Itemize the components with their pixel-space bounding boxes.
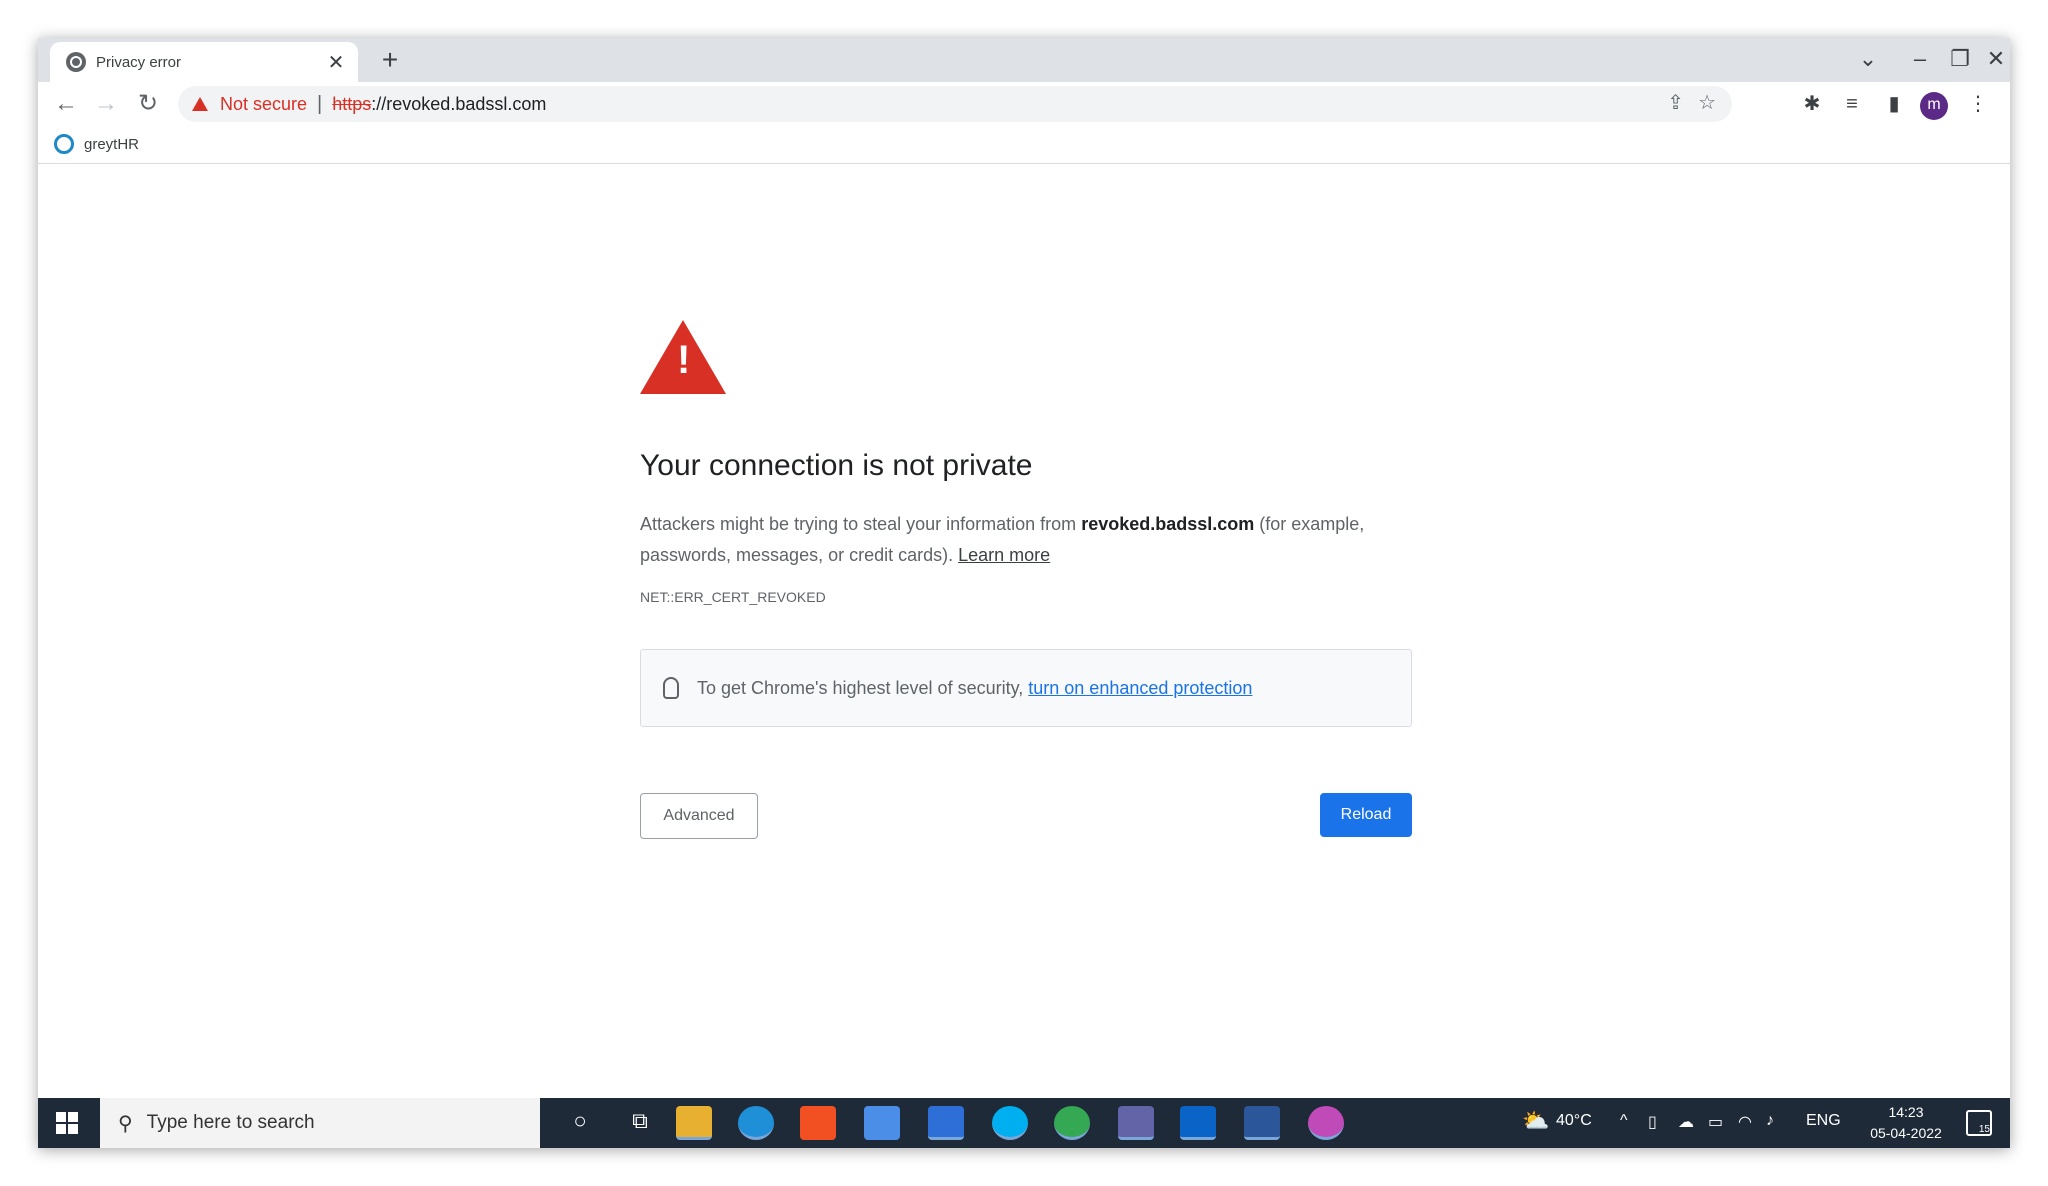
taskbar: ⚲ Type here to search ○ ⧉ ⛅ 40°C ^ ▯ ☁ ▭…	[38, 1098, 2010, 1148]
tray-chevron-icon[interactable]: ^	[1620, 1112, 1628, 1130]
task-view-icon[interactable]: ⧉	[624, 1108, 656, 1134]
bookmark-label: greytHR	[84, 135, 140, 153]
clock-time: 14:23	[1888, 1104, 1924, 1120]
battery-icon[interactable]: ▭	[1708, 1112, 1723, 1132]
windows-start-icon[interactable]	[56, 1112, 78, 1134]
enhanced-protection-link[interactable]: turn on enhanced protection	[1028, 678, 1252, 698]
close-window-icon[interactable]: ✕	[1976, 44, 2010, 74]
toolbar: ← → ↻ Not secure | https ://revoked.bads…	[38, 82, 2010, 126]
lightbulb-icon	[663, 677, 679, 699]
message-prefix: Attackers might be trying to steal your …	[640, 514, 1082, 534]
onedrive-cloud-icon[interactable]: ☁	[1678, 1112, 1694, 1132]
paint-icon[interactable]	[1308, 1106, 1344, 1140]
error-code[interactable]: NET::ERR_CERT_REVOKED	[640, 589, 1412, 605]
learn-more-link[interactable]: Learn more	[958, 545, 1050, 565]
skype-icon[interactable]	[992, 1106, 1028, 1140]
minimize-icon[interactable]: –	[1900, 44, 1940, 74]
new-tab-button[interactable]: +	[372, 42, 408, 78]
browser-window: Privacy error ✕ + ⌄ – ❐ ✕ ← → ↻ Not secu…	[38, 38, 2010, 1148]
bookmarks-bar: greytHR	[38, 126, 2010, 164]
restore-icon[interactable]: ❐	[1940, 44, 1980, 74]
advanced-button[interactable]: Advanced	[640, 793, 758, 839]
address-bar[interactable]: Not secure | https ://revoked.badssl.com…	[178, 86, 1732, 122]
file-explorer-icon[interactable]	[676, 1106, 712, 1140]
weather-icon[interactable]: ⛅	[1522, 1108, 1549, 1134]
button-row: Advanced Reload	[640, 793, 1412, 839]
reload-icon[interactable]: ↻	[132, 88, 164, 120]
globe-icon	[66, 52, 86, 72]
mail-icon[interactable]	[864, 1106, 900, 1140]
app-blue-icon[interactable]	[928, 1106, 964, 1140]
search-icon: ⚲	[118, 1112, 133, 1135]
profile-avatar[interactable]: m	[1920, 92, 1948, 120]
volume-icon[interactable]: ♪	[1766, 1112, 1774, 1130]
tab-privacy-error[interactable]: Privacy error ✕	[50, 42, 358, 82]
warning-message: Attackers might be trying to steal your …	[640, 509, 1412, 571]
clock-date: 05-04-2022	[1870, 1125, 1942, 1141]
reading-list-icon[interactable]: ≡	[1836, 88, 1868, 120]
omnibox-separator: |	[317, 92, 323, 115]
reload-button[interactable]: Reload	[1320, 793, 1412, 837]
interstitial: Your connection is not private Attackers…	[640, 320, 1412, 839]
bookmark-star-icon[interactable]: ☆	[1698, 90, 1716, 115]
enhanced-prefix: To get Chrome's highest level of securit…	[697, 677, 1029, 698]
taskbar-search[interactable]: ⚲ Type here to search	[100, 1098, 540, 1148]
url-host: ://revoked.badssl.com	[371, 93, 547, 114]
clock[interactable]: 14:23 05-04-2022	[1858, 1102, 1954, 1144]
bookmark-greythr[interactable]: greytHR	[54, 134, 139, 154]
teams-icon[interactable]	[1118, 1106, 1154, 1140]
temperature[interactable]: 40°C	[1556, 1112, 1592, 1130]
close-tab-icon[interactable]: ✕	[326, 50, 346, 75]
tab-strip: Privacy error ✕ + ⌄ – ❐ ✕	[38, 38, 2010, 82]
back-arrow-icon[interactable]: ←	[50, 88, 82, 120]
notification-center-icon[interactable]: 15	[1966, 1110, 1992, 1136]
tab-search-chevron-icon[interactable]: ⌄	[1848, 44, 1888, 74]
page-content: Your connection is not private Attackers…	[38, 165, 2010, 1098]
wifi-icon[interactable]: ◠	[1738, 1112, 1752, 1132]
warning-triangle-icon	[640, 320, 726, 394]
side-panel-icon[interactable]: ▮	[1878, 88, 1910, 120]
message-host: revoked.badssl.com	[1081, 514, 1255, 534]
tab-title: Privacy error	[96, 53, 182, 71]
url-scheme: https	[332, 93, 372, 114]
page-title: Your connection is not private	[640, 449, 1033, 482]
word-icon[interactable]	[1244, 1106, 1280, 1140]
menu-kebab-icon[interactable]: ⋮	[1962, 88, 1994, 120]
language-indicator[interactable]: ENG	[1806, 1112, 1841, 1130]
outlook-icon[interactable]	[1180, 1106, 1216, 1140]
forward-arrow-icon[interactable]: →	[90, 88, 122, 120]
greythr-logo-icon	[54, 134, 74, 154]
chrome-icon[interactable]	[1054, 1106, 1090, 1140]
search-placeholder: Type here to search	[146, 1112, 315, 1133]
warning-triangle-icon	[192, 97, 208, 111]
device-icon[interactable]: ▯	[1648, 1112, 1657, 1132]
cortana-icon[interactable]: ○	[564, 1108, 596, 1134]
enhanced-protection-text: To get Chrome's highest level of securit…	[697, 678, 1252, 699]
share-icon[interactable]: ⇪	[1667, 90, 1684, 115]
enhanced-protection-box: To get Chrome's highest level of securit…	[640, 649, 1412, 727]
extensions-puzzle-icon[interactable]: ✱	[1796, 88, 1828, 120]
not-secure-label[interactable]: Not secure	[220, 94, 307, 115]
microsoft-store-icon[interactable]	[800, 1106, 836, 1140]
edge-icon[interactable]	[738, 1106, 774, 1140]
